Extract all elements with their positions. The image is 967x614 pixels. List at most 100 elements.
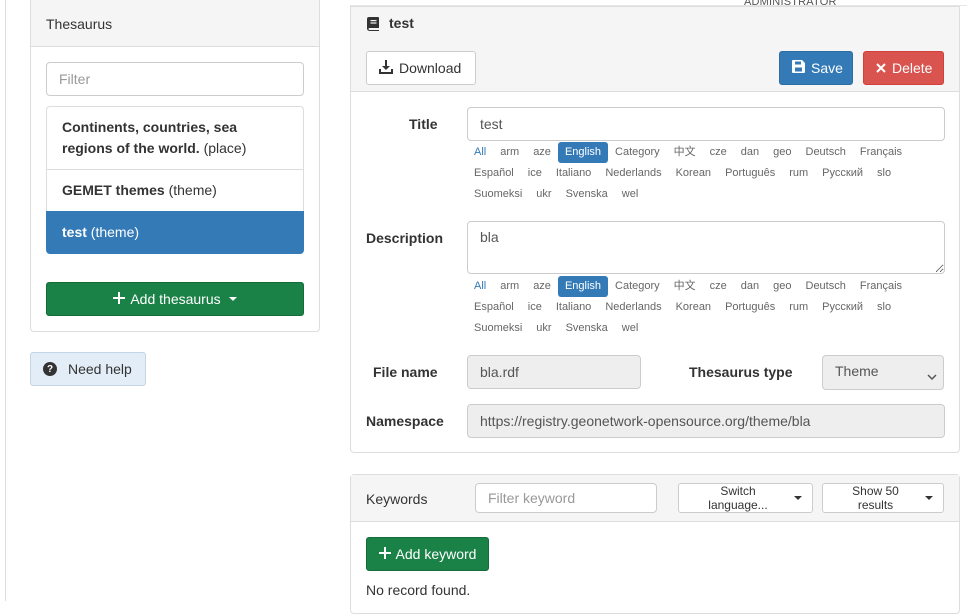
description-language-switcher: All arm aze English Category 中文 cze dan geo Deuts… [467,276,947,339]
thesaurus-panel: Thesaurus Continents, countries, sea reg… [30,0,320,332]
title-lang-option[interactable]: Suomeksi [467,184,529,205]
thesaurus-item-name: GEMET themes [62,182,165,198]
switch-language-label: Switch language... [708,484,768,512]
description-lang-option[interactable]: Deutsch [799,276,853,297]
description-lang-option[interactable]: Korean [669,297,718,318]
thesaurus-item-continents[interactable]: Continents, countries, sea regions of th… [46,106,304,169]
close-icon [876,60,886,76]
description-lang-option[interactable]: arm [493,276,526,297]
title-lang-option[interactable]: Italiano [549,163,598,184]
title-lang-option[interactable]: Korean [669,163,718,184]
need-help-label: Need help [68,361,132,377]
caret-down-icon [925,496,933,500]
description-lang-option[interactable]: Русский [815,297,870,318]
title-lang-option[interactable]: Русский [815,163,870,184]
title-lang-option[interactable]: rum [782,163,815,184]
title-lang-option[interactable]: geo [766,142,798,163]
description-lang-option[interactable]: Nederlands [598,297,668,318]
description-lang-option[interactable]: Português [718,297,782,318]
add-thesaurus-button[interactable]: Add thesaurus [46,282,304,316]
thesaurus-item-gemet[interactable]: GEMET themes (theme) [46,169,304,211]
thesaurus-type-label: Thesaurus type [689,364,793,380]
description-lang-option[interactable]: Italiano [549,297,598,318]
thesaurus-item-test[interactable]: test (theme) [46,211,304,254]
description-lang-option[interactable]: ukr [529,318,558,339]
description-lang-option[interactable]: Français [853,276,909,297]
page-edge [5,0,6,601]
description-lang-option[interactable]: rum [782,297,815,318]
title-lang-option[interactable]: slo [870,163,898,184]
title-lang-option[interactable]: Português [718,163,782,184]
question-circle-icon: ? [43,362,57,376]
add-keyword-label: Add keyword [395,546,477,562]
caret-down-icon [228,297,237,301]
thesaurus-item-name: test [62,224,87,240]
description-lang-option[interactable]: Suomeksi [467,318,529,339]
thesaurus-type-value: Theme [835,363,879,379]
description-textarea[interactable]: bla [467,221,945,274]
title-lang-option[interactable]: Deutsch [799,142,853,163]
description-lang-option[interactable]: slo [870,297,898,318]
title-lang-option[interactable]: Svenska [559,184,615,205]
add-thesaurus-label: Add thesaurus [130,291,221,307]
need-help-button[interactable]: ? Need help [30,352,146,386]
description-lang-option[interactable]: geo [766,276,798,297]
title-lang-option[interactable]: All [467,142,493,163]
thesaurus-item-type: (theme) [90,224,140,240]
description-lang-option[interactable]: aze [526,276,558,297]
thesaurus-list: Continents, countries, sea regions of th… [46,106,304,254]
title-lang-option[interactable]: 中文 [667,142,703,163]
download-label: Download [399,60,462,76]
results-per-page-dropdown[interactable]: Show 50 results [822,483,944,513]
save-button[interactable]: Save [779,51,853,85]
thesaurus-type-select[interactable]: Theme [822,355,944,390]
title-lang-option[interactable]: cze [703,142,734,163]
namespace-input[interactable] [467,404,945,438]
file-name-input[interactable] [467,355,641,389]
title-language-switcher: All arm aze English Category 中文 cze dan geo Deuts… [467,142,947,205]
title-lang-option[interactable]: dan [734,142,766,163]
title-lang-option[interactable]: arm [493,142,526,163]
switch-language-dropdown[interactable]: Switch language... [678,483,813,513]
results-per-page-label: Show 50 results [852,484,899,512]
download-button[interactable]: Download [366,51,476,85]
delete-button[interactable]: Delete [863,51,944,85]
title-lang-option[interactable]: Español [467,163,521,184]
title-lang-option[interactable]: English [557,142,609,163]
empty-keywords-message: No record found. [366,582,471,598]
plus-icon [113,291,126,307]
caret-down-icon [794,496,802,500]
description-lang-option[interactable]: Español [467,297,521,318]
description-lang-option[interactable]: Svenska [559,318,615,339]
description-lang-option[interactable]: cze [703,276,734,297]
title-lang-option[interactable]: Français [853,142,909,163]
description-label: Description [366,230,444,246]
description-lang-option[interactable]: English [557,276,609,297]
description-lang-option[interactable]: All [467,276,493,297]
title-lang-option[interactable]: Nederlands [598,163,668,184]
keyword-filter-input[interactable] [475,483,657,513]
book-icon [367,17,379,34]
title-lang-option[interactable]: wel [615,184,646,205]
title-lang-option[interactable]: Category [608,142,667,163]
namespace-label: Namespace [366,413,444,429]
thesaurus-filter-input[interactable] [46,62,304,96]
save-label: Save [811,60,843,76]
add-keyword-button[interactable]: Add keyword [366,537,489,571]
keywords-title: Keywords [366,491,428,507]
description-lang-option[interactable]: Category [608,276,667,297]
description-lang-option[interactable]: 中文 [667,276,703,297]
download-icon [379,59,393,77]
plus-icon [378,546,391,562]
title-label: Title [409,116,438,132]
description-lang-option[interactable]: ice [521,297,549,318]
thesaurus-editor-panel: test Download Save Delete Title Allarmaz… [350,6,960,453]
title-lang-option[interactable]: aze [526,142,558,163]
delete-label: Delete [892,60,933,76]
title-lang-option[interactable]: ice [521,163,549,184]
title-lang-option[interactable]: ukr [529,184,558,205]
title-input[interactable] [467,107,945,141]
description-lang-option[interactable]: wel [615,318,646,339]
chevron-down-icon [927,368,937,384]
description-lang-option[interactable]: dan [734,276,766,297]
